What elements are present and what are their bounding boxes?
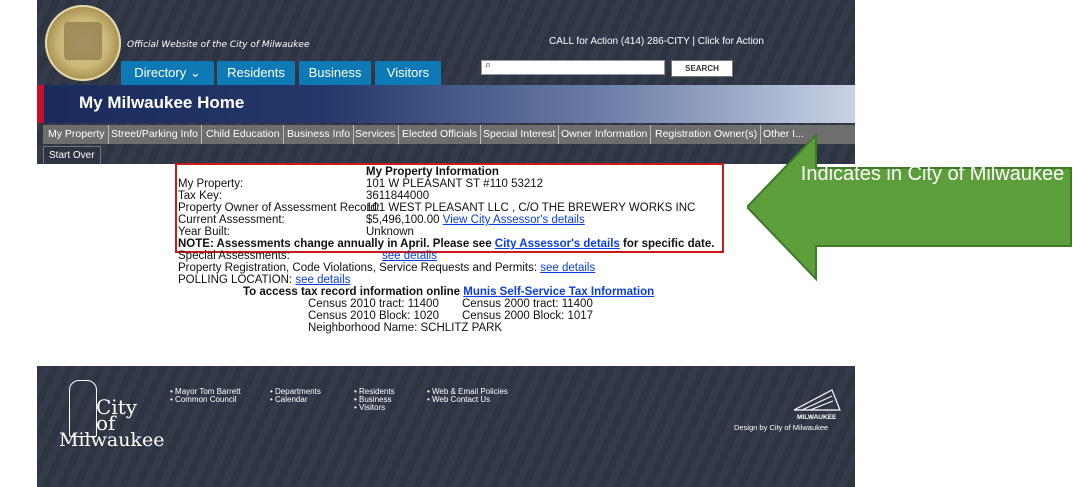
special-assessments-link[interactable]: see details [382, 250, 437, 262]
census-2010-tract: Census 2010 tract: 11400 [308, 298, 439, 310]
footer-link-calendar[interactable]: • Calendar [270, 395, 308, 404]
tab-residents[interactable]: Residents [217, 61, 295, 85]
design-credit: Design by City of Milwaukee [734, 423, 829, 432]
nav-my-property[interactable]: My Property [45, 125, 109, 144]
registration-text: Property Registration, Code Violations, … [178, 262, 538, 274]
call-for-action-link[interactable]: CALL for Action (414) 286-CITY | Click f… [549, 36, 764, 47]
banner-accent [37, 85, 44, 123]
assessor-details-link[interactable]: City Assessor's details [495, 238, 620, 250]
nav-child-education[interactable]: Child Education [203, 125, 284, 144]
footer-link-visitors[interactable]: • Visitors [354, 403, 385, 412]
search-icon: ⌕ [485, 59, 492, 71]
city-of-milwaukee-logo[interactable]: City of Milwaukee [59, 375, 164, 455]
special-assessments-label: Special Assessments: [178, 250, 290, 262]
tab-directory[interactable]: Directory ⌄ [121, 61, 214, 85]
logo-milwaukee-text: Milwaukee [59, 429, 165, 451]
census-2000-tract: Census 2000 tract: 11400 [462, 298, 593, 310]
start-over-button[interactable]: Start Over [43, 146, 101, 166]
tab-visitors[interactable]: Visitors [375, 61, 441, 85]
milwaukee-swoosh-icon [793, 389, 841, 411]
tab-business[interactable]: Business [299, 61, 371, 85]
nav-business-info[interactable]: Business Info [284, 125, 355, 144]
tax-record-text: To access tax record information online [243, 286, 461, 298]
city-website-screenshot: Official Website of the City of Milwauke… [37, 0, 855, 487]
tax-record-row: To access tax record information online … [243, 286, 654, 298]
official-website-text: Official Website of the City of Milwauke… [127, 40, 310, 50]
search-input[interactable]: ⌕ [481, 59, 665, 75]
nav-elected-officials[interactable]: Elected Officials [399, 125, 482, 144]
milwaukee-wordmark: MILWAUKEE [797, 414, 837, 421]
nav-owner-information[interactable]: Owner Information [558, 125, 652, 144]
munis-tax-link[interactable]: Munis Self-Service Tax Information [463, 286, 654, 298]
census-2000-block: Census 2000 Block: 1017 [462, 310, 594, 322]
registration-link[interactable]: see details [540, 262, 595, 274]
nav-special-interest[interactable]: Special Interest [480, 125, 560, 144]
nav-street-parking[interactable]: Street/Parking Info [108, 125, 202, 144]
footer-link-common-council[interactable]: • Common Council [170, 395, 236, 404]
nav-services[interactable]: Services [352, 125, 400, 144]
green-callout-arrow [747, 133, 1072, 282]
polling-row: POLLING LOCATION: see details [178, 274, 350, 286]
census-2010-block: Census 2010 Block: 1020 [308, 310, 440, 322]
footer-link-web-contact[interactable]: • Web Contact Us [427, 395, 490, 404]
callout-text: Indicates in City of Milwaukee [800, 163, 1065, 185]
search-button[interactable]: SEARCH [671, 60, 733, 77]
neighborhood-name: Neighborhood Name: SCHLITZ PARK [308, 322, 503, 334]
note-suffix: for specific date. [619, 238, 715, 250]
polling-label: POLLING LOCATION: [178, 274, 293, 286]
registration-row: Property Registration, Code Violations, … [178, 262, 595, 274]
note-text: NOTE: Assessments change annually in Apr… [178, 238, 495, 250]
page-title: My Milwaukee Home [79, 93, 245, 112]
nav-registration-owners[interactable]: Registration Owner(s) [652, 125, 762, 144]
city-seal-logo[interactable] [45, 5, 121, 81]
assessment-note: NOTE: Assessments change annually in Apr… [178, 238, 714, 250]
polling-link[interactable]: see details [295, 274, 350, 286]
